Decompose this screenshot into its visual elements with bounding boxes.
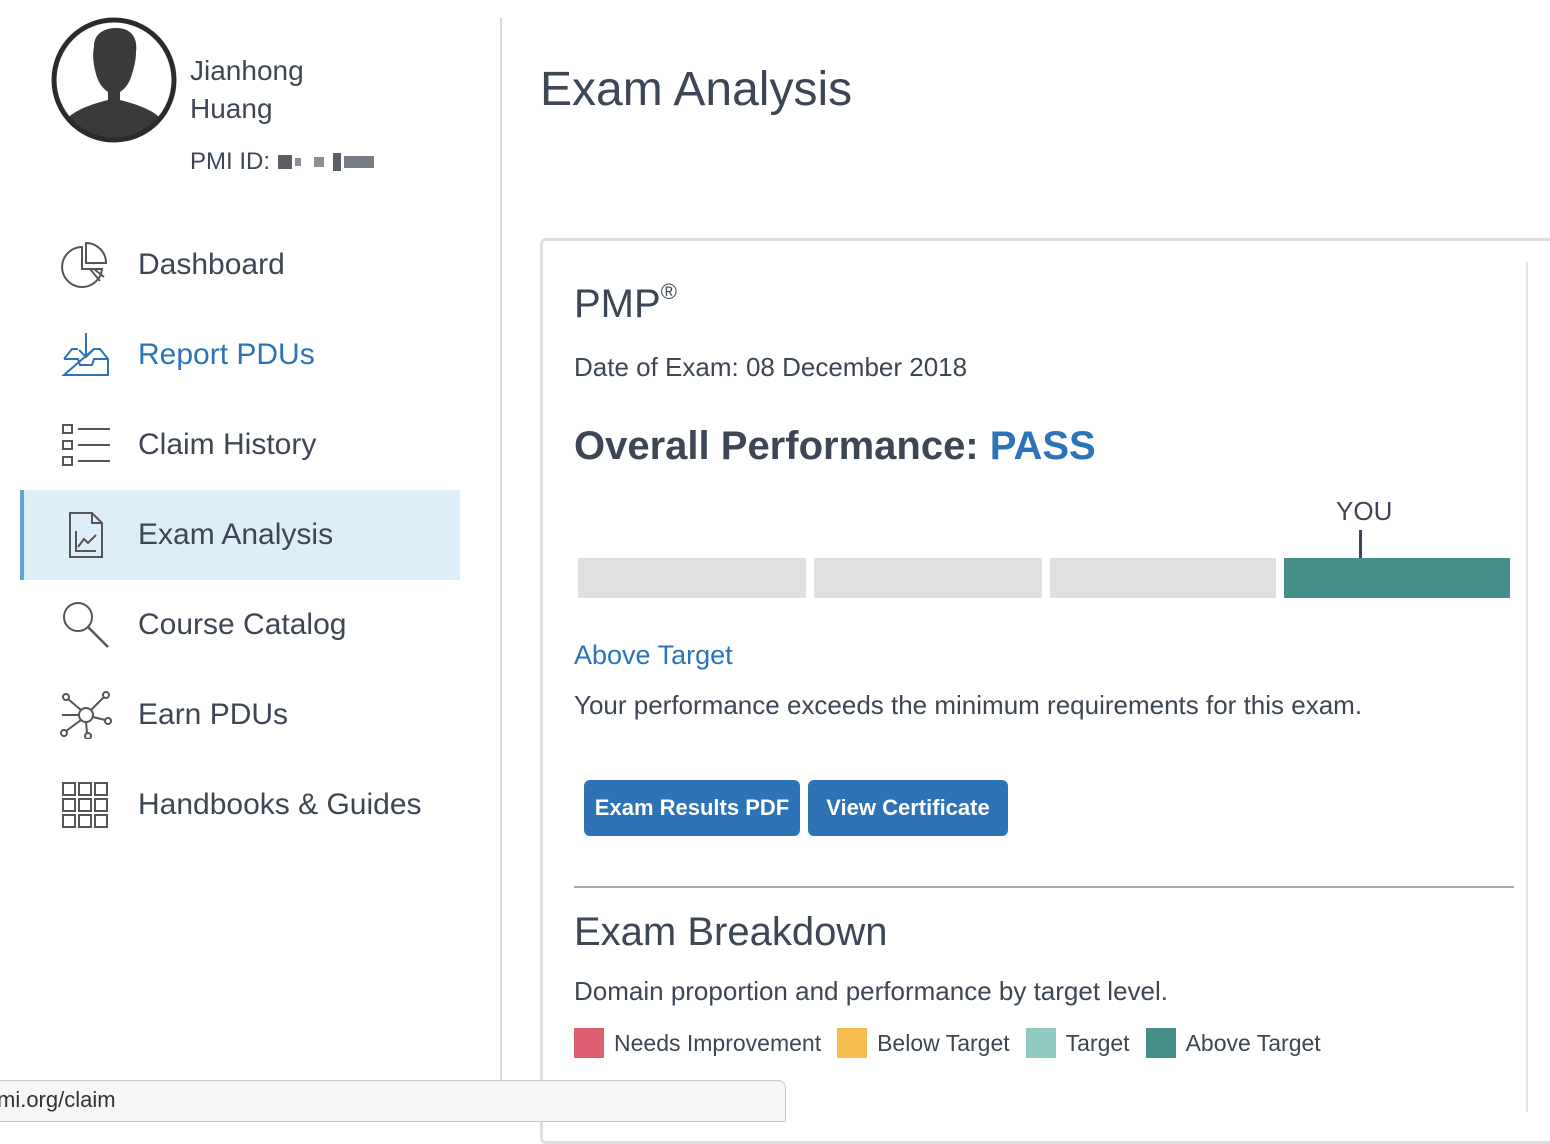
- sidebar-item-handbooks-guides[interactable]: Handbooks & Guides: [20, 760, 460, 850]
- view-certificate-button[interactable]: View Certificate: [808, 780, 1008, 836]
- grid-icon: [62, 782, 108, 828]
- sidebar-item-label: Course Catalog: [138, 608, 347, 641]
- sidebar-item-course-catalog[interactable]: Course Catalog: [20, 580, 460, 670]
- performance-level-description: Your performance exceeds the minimum req…: [574, 690, 1363, 720]
- you-marker-label: YOU: [1336, 496, 1393, 526]
- document-chart-icon: [69, 512, 103, 558]
- user-last-name: Huang: [190, 93, 273, 124]
- user-first-name: Jianhong: [190, 55, 304, 86]
- performance-bar-segment: [578, 558, 806, 598]
- pmi-id: PMI ID:: [190, 146, 375, 178]
- sidebar-item-claim-history[interactable]: Claim History: [20, 400, 460, 490]
- sidebar-item-earn-pdus[interactable]: Earn PDUs: [20, 670, 460, 760]
- sidebar-item-exam-analysis[interactable]: Exam Analysis: [20, 490, 460, 580]
- legend-swatch: [1145, 1028, 1176, 1058]
- legend-swatch: [1025, 1028, 1056, 1058]
- performance-bar: [578, 558, 1510, 598]
- overall-performance-label: Overall Performance:: [574, 424, 979, 468]
- sidebar-item-label: Report PDUs: [138, 338, 315, 371]
- legend-label: Above Target: [1185, 1029, 1321, 1056]
- legend-item: Needs Improvement: [574, 1028, 821, 1058]
- pie-chart-icon: [61, 241, 108, 288]
- sidebar-item-label: Exam Analysis: [138, 518, 334, 551]
- exam-date: Date of Exam: 08 December 2018: [574, 352, 968, 382]
- overall-performance-result: PASS: [989, 424, 1096, 468]
- performance-level-title[interactable]: Above Target: [574, 640, 733, 671]
- pmi-id-redacted: [278, 153, 375, 171]
- list-icon: [62, 424, 110, 466]
- exam-breakdown-title: Exam Breakdown: [574, 910, 888, 954]
- section-divider: [574, 886, 1514, 888]
- legend-label: Target: [1065, 1029, 1130, 1056]
- performance-legend: Needs Improvement Below Target Target Above…: [574, 1028, 1337, 1058]
- sidebar-item-dashboard[interactable]: Dashboard: [20, 220, 460, 310]
- user-name: Jianhong Huang: [190, 52, 390, 128]
- page-title: Exam Analysis: [540, 63, 853, 116]
- sidebar: Jianhong Huang PMI ID: Dashboard Report …: [0, 0, 500, 1106]
- network-icon: [60, 691, 112, 739]
- you-marker-tick: [1359, 530, 1362, 558]
- performance-bar-segment: [1284, 558, 1510, 598]
- pmi-id-label: PMI ID:: [190, 148, 271, 175]
- sidebar-item-label: Handbooks & Guides: [138, 788, 422, 821]
- sidebar-nav: Dashboard Report PDUs Claim History Exam…: [20, 220, 460, 850]
- legend-label: Needs Improvement: [614, 1029, 822, 1056]
- avatar[interactable]: [50, 16, 178, 144]
- inbox-download-icon: [61, 333, 109, 376]
- status-bar-url: mi.org/claim: [0, 1080, 786, 1122]
- sidebar-item-label: Earn PDUs: [138, 698, 289, 731]
- sidebar-item-label: Claim History: [138, 428, 317, 461]
- overall-performance: Overall Performance: PASS: [574, 424, 1096, 469]
- exam-results-pdf-button[interactable]: Exam Results PDF: [584, 780, 800, 836]
- legend-item: Above Target: [1145, 1028, 1321, 1058]
- exam-breakdown-description: Domain proportion and performance by tar…: [574, 976, 1168, 1006]
- legend-item: Below Target: [837, 1028, 1010, 1058]
- sidebar-item-label: Dashboard: [138, 248, 285, 281]
- sidebar-item-report-pdus[interactable]: Report PDUs: [20, 310, 460, 400]
- legend-label: Below Target: [877, 1029, 1010, 1056]
- legend-swatch: [574, 1028, 604, 1058]
- card-scroll-edge: [1526, 262, 1528, 1112]
- registered-mark: ®: [660, 278, 677, 304]
- search-icon: [63, 602, 109, 648]
- performance-bar-segment: [1050, 558, 1276, 598]
- main-content: Exam Analysis PMP® Date of Exam: 08 Dece…: [502, 0, 1550, 1144]
- legend-swatch: [837, 1028, 868, 1058]
- status-bar-url-text: mi.org/claim: [0, 1087, 116, 1112]
- exam-name: PMP®: [574, 278, 677, 327]
- performance-bar-segment: [814, 558, 1042, 598]
- legend-item: Target: [1025, 1028, 1130, 1058]
- exam-name-text: PMP: [574, 282, 661, 326]
